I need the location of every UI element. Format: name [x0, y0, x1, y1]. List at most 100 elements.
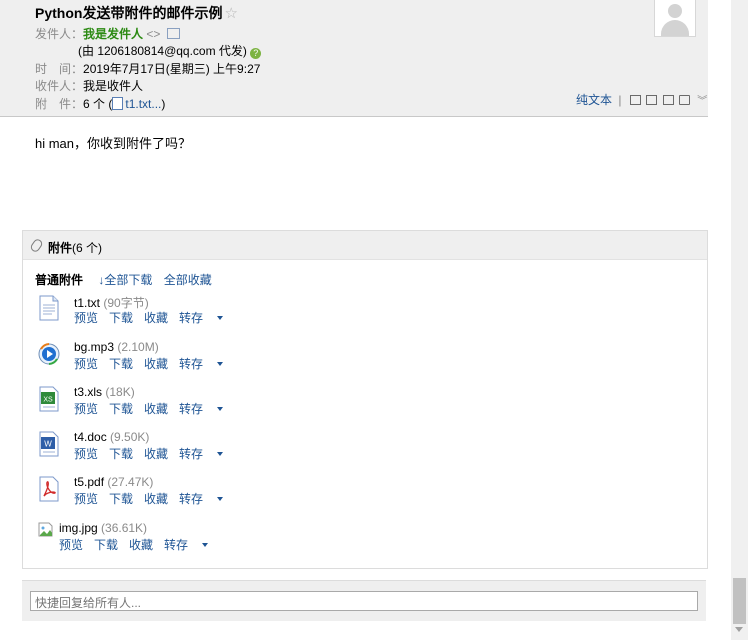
attachment-item: W t4.doc (9.50K) 预览 下载 收藏 转存	[38, 430, 438, 471]
attachment-item: XS t3.xls (18K) 预览 下载 收藏 转存	[38, 385, 438, 426]
scroll-down-icon[interactable]	[735, 627, 743, 632]
preview-button[interactable]: 预览	[74, 447, 98, 461]
attachment-title: 附件(6 个)	[48, 239, 102, 256]
new-window-icon[interactable]	[629, 95, 641, 105]
favorite-button[interactable]: 收藏	[144, 447, 168, 461]
download-button[interactable]: 下载	[109, 402, 133, 416]
save-to-button[interactable]: 转存	[179, 492, 224, 506]
mail-subject: Python发送带附件的邮件示例 ☆	[35, 3, 238, 23]
download-button[interactable]: 下载	[94, 538, 118, 552]
save-to-button[interactable]: 转存	[179, 311, 224, 325]
caret-down-icon	[217, 316, 224, 320]
pdf-file-icon	[39, 476, 59, 502]
download-button[interactable]: 下载	[109, 447, 133, 461]
attachment-name[interactable]: t3.xls (18K)	[74, 385, 135, 399]
attachment-name[interactable]: t5.pdf (27.47K)	[74, 475, 153, 489]
star-icon[interactable]: ☆	[224, 5, 237, 22]
attachment-actions: 预览 下载 收藏 转存	[74, 355, 234, 372]
expand-icon[interactable]: ︾	[697, 96, 707, 107]
sender-address: <>	[146, 27, 161, 41]
download-button[interactable]: 下载	[109, 311, 133, 325]
favorite-button[interactable]: 收藏	[144, 311, 168, 325]
preview-button[interactable]: 预览	[59, 538, 83, 552]
sender-name[interactable]: 我是发件人	[83, 27, 143, 41]
caret-down-icon	[217, 362, 224, 366]
download-all-label: 全部下载	[104, 273, 153, 287]
broken-image-icon	[38, 522, 53, 537]
attachment-actions: 预览 下载 收藏 转存	[59, 536, 219, 553]
attachment-title-count: (6 个)	[72, 241, 103, 255]
to-value[interactable]: 我是收件人	[83, 79, 143, 93]
time-label: 时 间：	[35, 62, 84, 76]
attachment-item: t1.txt (90字节) 预览 下载 收藏 转存	[38, 295, 438, 335]
download-all-button[interactable]: ↓全部下载	[98, 273, 152, 287]
save-to-button[interactable]: 转存	[179, 402, 224, 416]
preview-button[interactable]: 预览	[74, 402, 98, 416]
save-to-button[interactable]: 转存	[164, 538, 209, 552]
attachment-close: )	[161, 97, 166, 111]
scrollbar[interactable]	[731, 0, 748, 640]
caret-down-icon	[217, 407, 224, 411]
download-button[interactable]: 下载	[109, 357, 133, 371]
attachment-name[interactable]: bg.mp3 (2.10M)	[74, 340, 159, 354]
fullscreen-icon[interactable]	[646, 95, 658, 105]
attachment-title-text: 附件	[48, 241, 73, 255]
attachment-count: 6 个 (	[83, 97, 113, 111]
attachment-item: img.jpg (36.61K) 预览 下载 收藏 转存	[38, 521, 438, 562]
attachment-actions: 预览 下载 收藏 转存	[74, 309, 234, 326]
contact-card-icon[interactable]	[166, 28, 180, 39]
to-row: 收件人：我是收件人	[35, 77, 143, 94]
reading-mode-icon[interactable]	[662, 95, 674, 105]
caret-down-icon	[217, 497, 224, 501]
preview-button[interactable]: 预览	[74, 311, 98, 325]
proxy-row: (由 1206180814@qq.com 代发) ?	[78, 42, 262, 59]
attachment-item: t5.pdf (27.47K) 预览 下载 收藏 转存	[38, 475, 438, 516]
excel-file-icon: XS	[39, 386, 59, 412]
from-row: 发件人：我是发件人 <>	[35, 25, 180, 42]
attachment-actions: 预览 下载 收藏 转存	[74, 445, 234, 462]
svg-text:XS: XS	[43, 397, 53, 404]
word-file-icon: W	[39, 431, 59, 457]
favorite-button[interactable]: 收藏	[144, 357, 168, 371]
save-to-button[interactable]: 转存	[179, 447, 224, 461]
attachment-item: bg.mp3 (2.10M) 预览 下载 收藏 转存	[38, 340, 438, 381]
attachment-link[interactable]: t1.txt...	[125, 97, 161, 111]
subject-text: Python发送带附件的邮件示例	[35, 5, 223, 21]
header-toolbar: 纯文本 | ︾	[576, 91, 707, 108]
time-row: 时 间：2019年7月17日(星期三) 上午9:27	[35, 60, 260, 77]
favorite-button[interactable]: 收藏	[144, 402, 168, 416]
print-icon[interactable]	[678, 95, 690, 105]
txt-file-icon	[39, 295, 59, 321]
attachment-panel: 附件(6 个) 普通附件 ↓全部下载 全部收藏 t1.txt (90字节) 预览…	[22, 230, 708, 569]
plain-text-button[interactable]: 纯文本	[576, 93, 612, 107]
download-button[interactable]: 下载	[109, 492, 133, 506]
attachment-label: 附 件：	[35, 97, 84, 111]
verified-icon: ?	[250, 48, 262, 59]
quick-reply-input[interactable]	[30, 591, 698, 611]
mail-header: Python发送带附件的邮件示例 ☆ 发件人：我是发件人 <> (由 120618…	[0, 0, 708, 117]
time-value: 2019年7月17日(星期三) 上午9:27	[83, 62, 261, 76]
preview-button[interactable]: 预览	[74, 357, 98, 371]
proxy-text: (由 1206180814@qq.com 代发)	[78, 44, 247, 58]
scrollbar-thumb[interactable]	[733, 578, 746, 624]
mail-body: hi man，你收到附件了吗？	[35, 136, 192, 151]
attachment-actions: 预览 下载 收藏 转存	[74, 490, 234, 507]
from-label: 发件人：	[35, 27, 84, 41]
save-to-button[interactable]: 转存	[179, 357, 224, 371]
media-player-icon	[38, 343, 60, 365]
paperclip-icon	[29, 237, 44, 254]
favorite-button[interactable]: 收藏	[129, 538, 153, 552]
attachment-row: 附 件：6 个 ( t1.txt...)	[35, 95, 165, 112]
attachment-type-label: 普通附件	[35, 273, 84, 287]
avatar[interactable]	[654, 0, 696, 37]
caret-down-icon	[217, 452, 224, 456]
preview-button[interactable]: 预览	[74, 492, 98, 506]
to-label: 收件人：	[35, 79, 84, 93]
attachment-tools: 普通附件 ↓全部下载 全部收藏	[35, 271, 212, 288]
attachment-name[interactable]: t4.doc (9.50K)	[74, 430, 149, 444]
attachment-panel-header: 附件(6 个)	[23, 231, 707, 260]
favorite-button[interactable]: 收藏	[144, 492, 168, 506]
attachment-name[interactable]: img.jpg (36.61K)	[59, 521, 147, 535]
save-all-button[interactable]: 全部收藏	[164, 273, 212, 287]
attachment-actions: 预览 下载 收藏 转存	[74, 400, 234, 417]
